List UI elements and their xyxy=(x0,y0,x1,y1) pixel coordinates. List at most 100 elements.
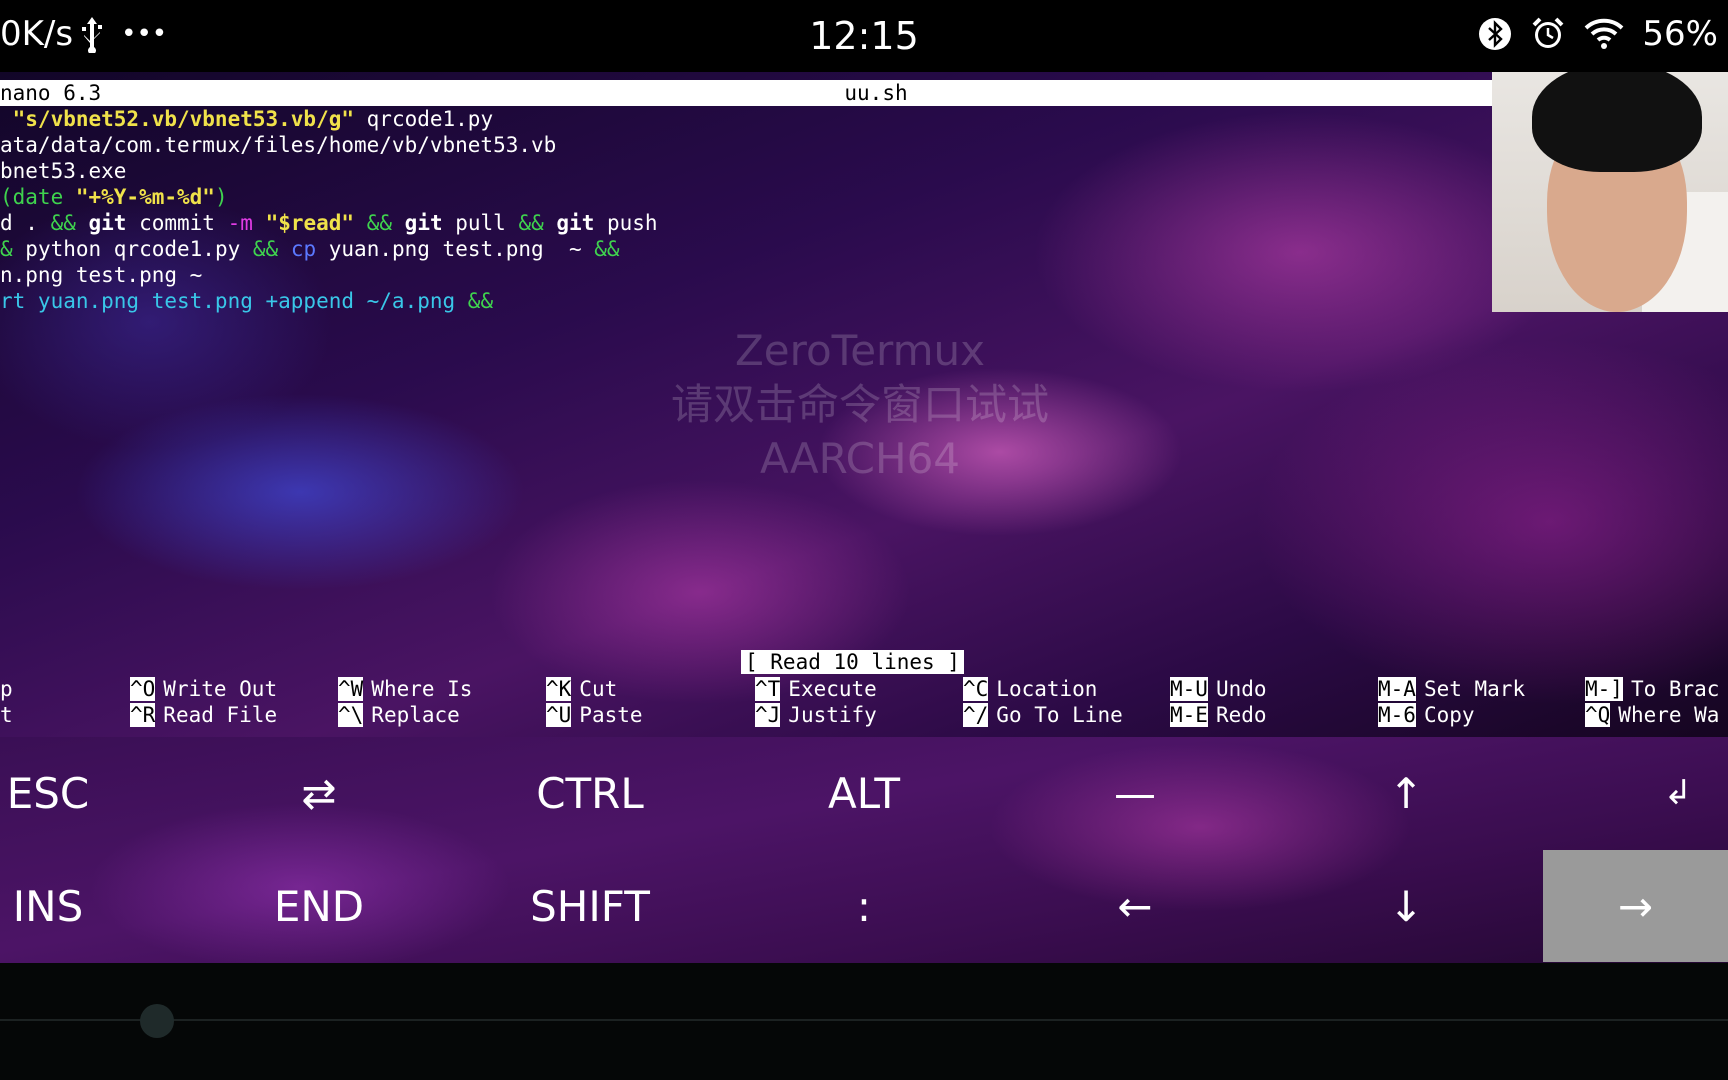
esc-key[interactable]: ESC xyxy=(0,737,183,849)
code-token: qrcode1.py xyxy=(354,107,494,131)
code-token: n.png test.png ~ xyxy=(0,263,203,287)
code-line: & python qrcode1.py && cp yuan.png test.… xyxy=(0,236,658,262)
editor-buffer[interactable]: "s/vbnet52.vb/vbnet53.vb/g" qrcode1.py at… xyxy=(0,106,658,314)
code-token: ) xyxy=(214,185,228,209)
code-token: git xyxy=(392,211,443,235)
nano-title-bar: nano 6.3 uu.sh xyxy=(0,80,1492,106)
camera-hair xyxy=(1532,72,1702,172)
shortcut-item[interactable]: ^\ Replace xyxy=(338,702,460,728)
shortcut-label: Read File xyxy=(163,703,278,727)
shortcut-key: M-U xyxy=(1170,677,1208,701)
shortcut-bar: p t ^O Write Out ^W Where Is ^K Cut ^T Execute ^… xyxy=(0,676,1728,728)
clock: 12:15 xyxy=(809,14,919,58)
shortcut-label: Copy xyxy=(1423,703,1475,727)
alarm-icon xyxy=(1530,16,1566,52)
ins-key[interactable]: INS xyxy=(0,850,183,962)
down-arrow-key[interactable]: ↓ xyxy=(1271,850,1541,962)
code-token: && xyxy=(467,289,494,313)
battery-level: 56% xyxy=(1642,14,1718,54)
watermark-line: 请双击命令窗口试试 xyxy=(670,380,1049,429)
dash-key[interactable]: — xyxy=(1000,737,1270,849)
shortcut-item[interactable]: ^C Location xyxy=(963,676,1097,702)
shortcut-item[interactable]: M-A Set Mark xyxy=(1378,676,1525,702)
shortcut-cutoff: t xyxy=(0,703,13,727)
code-line: ata/data/com.termux/files/home/vb/vbnet5… xyxy=(0,132,658,158)
code-token: & xyxy=(0,237,13,261)
shortcut-label: Execute xyxy=(788,677,877,701)
end-key[interactable]: END xyxy=(184,850,454,962)
code-line: d . && git commit -m "$read" && git pull… xyxy=(0,210,658,236)
slider-thumb[interactable] xyxy=(140,1004,174,1038)
shortcut-label: Location xyxy=(996,677,1098,701)
shortcut-item[interactable]: ^Q Where Wa xyxy=(1585,702,1719,728)
tab-key[interactable]: ⇄ xyxy=(184,737,454,849)
shortcut-item[interactable]: M-E Redo xyxy=(1170,702,1267,728)
code-token: ata/data/com.termux/files/home/vb/vbnet5… xyxy=(0,133,557,157)
wifi-icon xyxy=(1584,18,1624,50)
enter-key[interactable]: ↲ xyxy=(1543,737,1728,849)
shortcut-key: ^K xyxy=(546,677,572,701)
code-token: cp xyxy=(290,237,317,261)
shortcut-label: To Brac xyxy=(1630,677,1720,701)
file-name: uu.sh xyxy=(844,81,908,105)
code-token: "s/vbnet52.vb/vbnet53.vb/g" xyxy=(0,107,355,131)
right-arrow-key[interactable]: → xyxy=(1543,850,1728,962)
left-arrow-key[interactable]: ← xyxy=(1000,850,1270,962)
shortcut-item[interactable]: ^O Write Out xyxy=(130,676,277,702)
shortcut-item[interactable]: M-6 Copy xyxy=(1378,702,1475,728)
code-token: yuan.png test.png ~ xyxy=(316,237,595,261)
shortcut-cutoff: p xyxy=(0,677,13,701)
code-line: (date "+%Y-%m-%d") xyxy=(0,184,658,210)
shortcut-item[interactable]: M-] To Brac xyxy=(1585,676,1719,702)
status-bar: 0K/s ••• 12:15 56% xyxy=(0,0,1728,72)
shortcut-key: ^C xyxy=(963,677,989,701)
slider-track[interactable] xyxy=(0,1019,1728,1021)
shortcut-item[interactable]: ^W Where Is xyxy=(338,676,472,702)
terminal-view[interactable]: nano 6.3 uu.sh "s/vbnet52.vb/vbnet53.vb/… xyxy=(0,72,1728,737)
code-token: -m xyxy=(227,211,253,235)
colon-key[interactable]: : xyxy=(729,850,999,962)
shortcut-label: Cut xyxy=(579,677,618,701)
shortcut-item[interactable]: ^T Execute xyxy=(755,676,877,702)
shortcut-item[interactable]: ^J Justify xyxy=(755,702,877,728)
code-token: && xyxy=(252,237,279,261)
code-line: "s/vbnet52.vb/vbnet53.vb/g" qrcode1.py xyxy=(0,106,658,132)
code-line: bnet53.exe xyxy=(0,158,658,184)
shortcut-label: Paste xyxy=(579,703,643,727)
ctrl-key[interactable]: CTRL xyxy=(455,737,725,849)
up-arrow-key[interactable]: ↑ xyxy=(1271,737,1541,849)
shortcut-item[interactable]: ^K Cut xyxy=(546,676,617,702)
shortcut-key: ^W xyxy=(338,677,364,701)
shortcut-label: Where Wa xyxy=(1618,703,1720,727)
shortcut-label: Go To Line xyxy=(996,703,1123,727)
shortcut-key: M-A xyxy=(1378,677,1416,701)
shortcut-item[interactable]: ^U Paste xyxy=(546,702,643,728)
extra-keys-bar: ESC ⇄ CTRL ALT — ↑ ↲ INS END SHIFT : ← ↓… xyxy=(0,737,1728,963)
shortcut-item[interactable]: ^R Read File xyxy=(130,702,277,728)
code-line: n.png test.png ~ xyxy=(0,262,658,288)
shortcut-item[interactable]: M-U Undo xyxy=(1170,676,1267,702)
shortcut-item[interactable]: ^/ Go To Line xyxy=(963,702,1123,728)
code-token: git xyxy=(75,211,127,235)
shift-key[interactable]: SHIFT xyxy=(455,850,725,962)
code-token: commit xyxy=(126,211,228,235)
shortcut-label: Replace xyxy=(371,703,460,727)
shortcut-key: ^R xyxy=(130,703,156,727)
shortcut-label: Justify xyxy=(788,703,877,727)
code-token: && xyxy=(50,211,76,235)
status-message: [ Read 10 lines ] xyxy=(741,650,964,674)
shortcut-key: M-E xyxy=(1170,703,1208,727)
shortcut-label: Set Mark xyxy=(1423,677,1526,701)
shortcut-key: M-] xyxy=(1585,677,1623,701)
watermark-line: ZeroTermux xyxy=(735,326,985,375)
shortcut-label: Redo xyxy=(1215,703,1267,727)
shortcut-key: ^Q xyxy=(1585,703,1611,727)
shortcut-label: Undo xyxy=(1215,677,1267,701)
code-line: rt yuan.png test.png +append ~/a.png && xyxy=(0,288,658,314)
code-token: python qrcode1.py xyxy=(12,237,253,261)
camera-preview[interactable] xyxy=(1492,72,1728,312)
shortcut-key: ^O xyxy=(130,677,156,701)
alt-key[interactable]: ALT xyxy=(729,737,999,849)
